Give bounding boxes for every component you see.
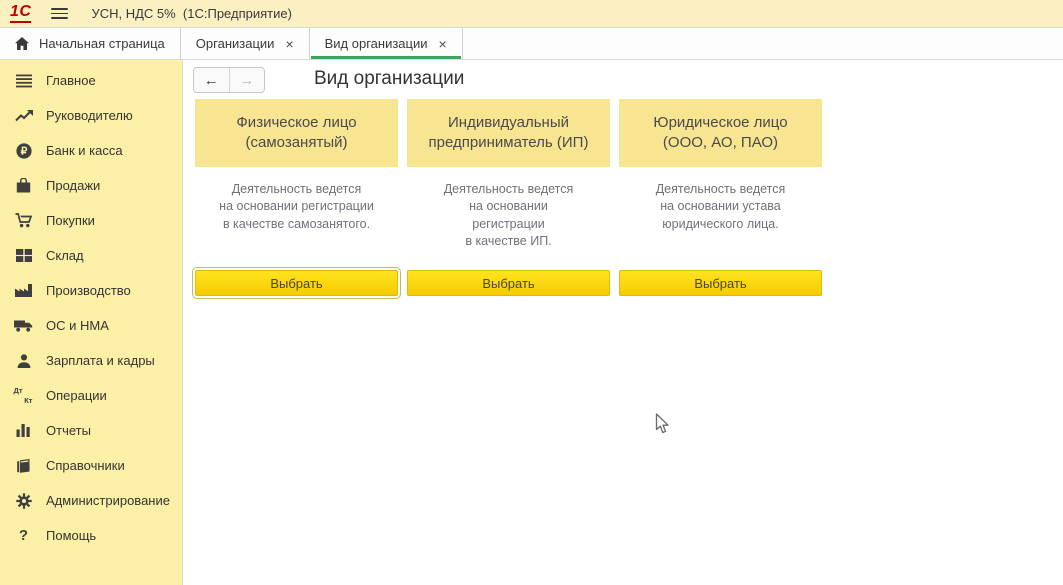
history-nav: ← →: [193, 67, 265, 93]
tab-label: Организации: [196, 36, 275, 51]
tab-bar: Начальная страница Организации × Вид орг…: [0, 28, 1063, 60]
main-menu-icon[interactable]: [51, 8, 68, 19]
home-icon: [15, 37, 29, 50]
tab-organizations[interactable]: Организации ×: [181, 28, 310, 59]
main-area: ← → Вид организации Физическое лицо (сам…: [183, 60, 1063, 585]
sidebar-item-label: Покупки: [46, 213, 95, 228]
card-legal-entity: Юридическое лицо (ООО, АО, ПАО) Деятельн…: [619, 99, 822, 296]
page-title: Вид организации: [314, 68, 464, 90]
sidebar-item-warehouse[interactable]: Склад: [0, 238, 182, 273]
menu-lines-icon: [13, 72, 34, 89]
select-button[interactable]: Выбрать: [195, 270, 398, 296]
sidebar-item-label: ОС и НМА: [46, 318, 109, 333]
back-button[interactable]: ←: [194, 68, 230, 92]
book-icon: [13, 457, 34, 474]
card-description: Деятельность ведется на основании регист…: [195, 181, 398, 270]
sidebar-item-administration[interactable]: Администрирование: [0, 483, 182, 518]
org-type-cards: Физическое лицо (самозанятый) Деятельнос…: [195, 99, 822, 296]
sidebar-item-label: Администрирование: [46, 493, 170, 508]
sidebar-item-label: Справочники: [46, 458, 125, 473]
sidebar-item-reports[interactable]: Отчеты: [0, 413, 182, 448]
card-title: Индивидуальный предприниматель (ИП): [407, 99, 610, 167]
card-description: Деятельность ведется на основании регист…: [407, 181, 610, 270]
svg-text:₽: ₽: [20, 145, 27, 157]
sidebar-item-label: Помощь: [46, 528, 96, 543]
sidebar-item-label: Производство: [46, 283, 131, 298]
sidebar-item-label: Зарплата и кадры: [46, 353, 155, 368]
sidebar: Главное Руководителю ₽ Банк и касса Прод…: [0, 60, 183, 585]
sidebar-item-label: Операции: [46, 388, 107, 403]
person-icon: [13, 352, 34, 369]
sidebar-item-main[interactable]: Главное: [0, 63, 182, 98]
warehouse-icon: [13, 247, 34, 264]
gear-icon: [13, 492, 34, 509]
trend-icon: [13, 107, 34, 124]
tab-label: Вид организации: [325, 36, 428, 51]
sidebar-item-label: Банк и касса: [46, 143, 123, 158]
select-button[interactable]: Выбрать: [407, 270, 610, 296]
forward-button[interactable]: →: [230, 68, 265, 92]
tab-close-icon[interactable]: ×: [285, 37, 293, 51]
card-selfemployed-individual: Физическое лицо (самозанятый) Деятельнос…: [195, 99, 398, 296]
barchart-icon: [13, 422, 34, 439]
sidebar-item-label: Отчеты: [46, 423, 91, 438]
truck-icon: [13, 317, 34, 334]
sidebar-item-help[interactable]: ? Помощь: [0, 518, 182, 553]
tab-label: Начальная страница: [39, 36, 165, 51]
factory-icon: [13, 282, 34, 299]
sidebar-item-purchases[interactable]: Покупки: [0, 203, 182, 238]
card-description: Деятельность ведется на основании устава…: [619, 181, 822, 270]
window-titlebar: 1С УСН, НДС 5% (1С:Предприятие): [0, 0, 1063, 28]
sidebar-item-label: Главное: [46, 73, 96, 88]
sidebar-item-operations[interactable]: ДтКт Операции: [0, 378, 182, 413]
sidebar-item-directories[interactable]: Справочники: [0, 448, 182, 483]
sidebar-item-label: Продажи: [46, 178, 100, 193]
card-individual-entrepreneur: Индивидуальный предприниматель (ИП) Деят…: [407, 99, 610, 296]
sidebar-item-sales[interactable]: Продажи: [0, 168, 182, 203]
sidebar-item-label: Руководителю: [46, 108, 133, 123]
sidebar-item-fixed-assets[interactable]: ОС и НМА: [0, 308, 182, 343]
tab-home[interactable]: Начальная страница: [0, 28, 181, 59]
ruble-icon: ₽: [13, 142, 34, 159]
sidebar-item-production[interactable]: Производство: [0, 273, 182, 308]
dtkt-icon: ДтКт: [13, 387, 34, 404]
select-button[interactable]: Выбрать: [619, 270, 822, 296]
tab-close-icon[interactable]: ×: [439, 37, 447, 51]
sidebar-item-manager[interactable]: Руководителю: [0, 98, 182, 133]
tab-organization-type[interactable]: Вид организации ×: [310, 28, 463, 59]
bag-icon: [13, 177, 34, 194]
1c-logo: 1С: [10, 4, 31, 23]
card-title: Юридическое лицо (ООО, АО, ПАО): [619, 99, 822, 167]
cart-icon: [13, 212, 34, 229]
sidebar-item-label: Склад: [46, 248, 84, 263]
window-title: УСН, НДС 5% (1С:Предприятие): [91, 6, 291, 21]
question-icon: ?: [13, 527, 34, 544]
card-title: Физическое лицо (самозанятый): [195, 99, 398, 167]
sidebar-item-bank-cash[interactable]: ₽ Банк и касса: [0, 133, 182, 168]
sidebar-item-salary-hr[interactable]: Зарплата и кадры: [0, 343, 182, 378]
